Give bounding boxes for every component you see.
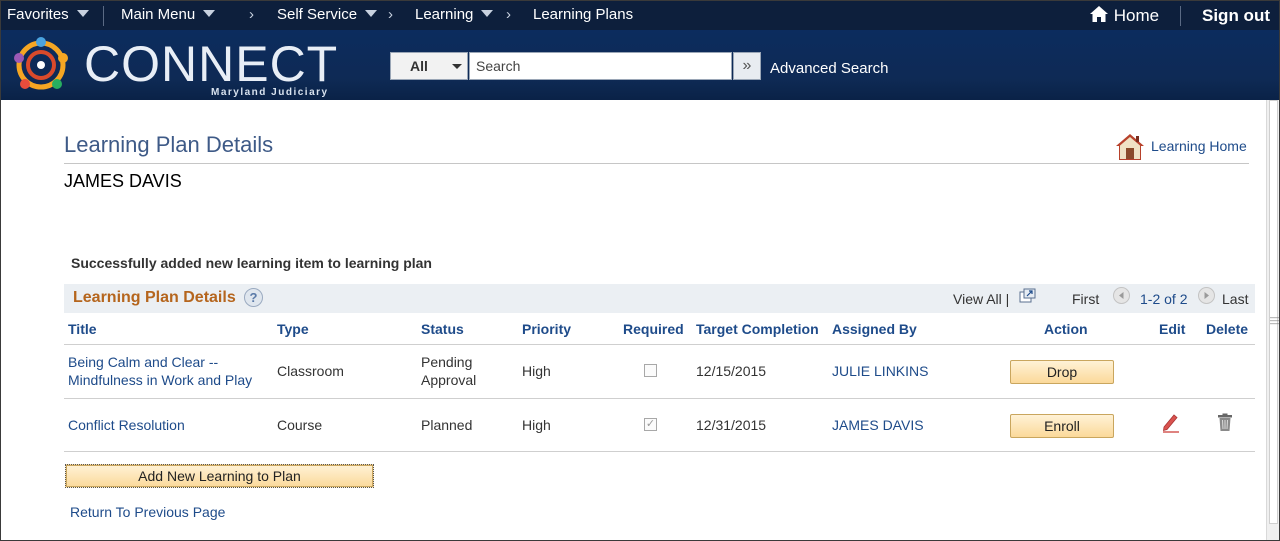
title-line: Mindfulness in Work and Play: [68, 372, 253, 388]
column-header-action: Action: [1044, 321, 1088, 337]
status-message: Successfully added new learning item to …: [71, 255, 432, 271]
breadcrumb-learning[interactable]: Learning: [415, 6, 494, 23]
breadcrumb-separator-icon: ›: [506, 6, 511, 23]
priority-cell: High: [522, 417, 551, 433]
help-icon[interactable]: ?: [244, 288, 263, 307]
search-go-button[interactable]: »: [733, 52, 761, 80]
connect-logo-icon: [14, 37, 68, 90]
row-divider: [64, 344, 1255, 345]
popout-icon[interactable]: [1019, 288, 1036, 303]
delete-trash-icon[interactable]: [1217, 413, 1233, 432]
favorites-label: Favorites: [7, 6, 69, 23]
column-header-priority[interactable]: Priority: [522, 321, 571, 337]
column-header-target-completion[interactable]: Target Completion: [696, 321, 819, 337]
course-title-link[interactable]: Conflict Resolution: [68, 416, 185, 434]
chevron-down-icon: [203, 10, 216, 17]
home-label: Home: [1113, 6, 1160, 25]
title-line: Being Calm and Clear --: [68, 354, 219, 370]
breadcrumb-separator-icon: ›: [388, 6, 393, 23]
chevron-down-icon: [76, 10, 89, 17]
enroll-button[interactable]: Enroll: [1010, 414, 1114, 438]
learner-name: JAMES DAVIS: [64, 171, 182, 191]
next-page-icon[interactable]: [1198, 287, 1215, 304]
course-title-link[interactable]: Being Calm and Clear -- Mindfulness in Wo…: [68, 353, 252, 389]
column-header-status[interactable]: Status: [421, 321, 464, 337]
type-cell: Classroom: [277, 363, 344, 379]
breadcrumb-self-service[interactable]: Self Service: [277, 6, 378, 23]
advanced-search-link[interactable]: Advanced Search: [770, 60, 888, 77]
type-cell: Course: [277, 417, 323, 433]
target-completion-cell: 12/15/2015: [696, 363, 767, 379]
previous-page-icon[interactable]: [1113, 287, 1130, 304]
check-icon: ✓: [645, 418, 656, 430]
top-navigation-bar: Favorites Main Menu › Self Service › Lea…: [1, 1, 1279, 30]
first-page-link[interactable]: First: [1072, 291, 1099, 307]
edit-pencil-icon[interactable]: [1161, 412, 1181, 433]
breadcrumb-label: Learning Plans: [533, 6, 634, 23]
column-header-assigned-by[interactable]: Assigned By: [832, 321, 917, 337]
divider: [103, 6, 104, 26]
page-range: 1-2 of 2: [1140, 291, 1188, 307]
vertical-scrollbar[interactable]: — — —: [1266, 100, 1279, 540]
brand-subtitle: Maryland Judiciary: [211, 87, 329, 98]
priority-cell: High: [522, 363, 551, 379]
favorites-menu[interactable]: Favorites: [7, 6, 89, 23]
status-cell: Pending Approval: [421, 353, 476, 389]
column-header-delete: Delete: [1206, 321, 1249, 337]
return-to-previous-page-link[interactable]: Return To Previous Page: [70, 504, 225, 520]
double-chevron-right-icon: »: [742, 57, 752, 74]
divider: [1180, 6, 1181, 26]
main-menu-label: Main Menu: [121, 6, 196, 23]
learning-home-link[interactable]: Learning Home: [1115, 132, 1247, 166]
main-menu[interactable]: Main Menu: [121, 6, 216, 23]
column-header-title[interactable]: Title: [68, 321, 97, 337]
assigned-by-link[interactable]: JAMES DAVIS: [832, 416, 924, 434]
target-completion-cell: 12/31/2015: [696, 417, 767, 433]
drop-button[interactable]: Drop: [1010, 360, 1114, 384]
search-input[interactable]: [469, 52, 732, 80]
chevron-down-icon: [365, 10, 378, 17]
add-new-learning-button[interactable]: Add New Learning to Plan: [65, 464, 374, 488]
breadcrumb-separator-icon: ›: [249, 6, 254, 23]
breadcrumb-label: Learning: [415, 6, 474, 23]
search-scope-value: All: [410, 58, 428, 74]
column-header-required[interactable]: Required: [623, 321, 684, 337]
page-title: Learning Plan Details: [64, 132, 274, 157]
sign-out-link[interactable]: Sign out: [1202, 6, 1270, 26]
breadcrumb-label: Self Service: [277, 6, 358, 23]
view-all-link[interactable]: View All |: [953, 291, 1009, 307]
house-icon: [1090, 6, 1108, 22]
status-cell: Planned: [421, 417, 473, 433]
scrollbar-grip-icon: — — —: [1270, 312, 1279, 328]
brand-name: CONNECT: [84, 36, 339, 92]
required-checkbox: [644, 364, 657, 377]
header-banner: CONNECT Maryland Judiciary All » Advance…: [1, 30, 1279, 100]
grid-header: Learning Plan Details ? View All | First…: [64, 284, 1255, 313]
page-frame: Favorites Main Menu › Self Service › Lea…: [0, 0, 1280, 541]
row-divider: [64, 451, 1255, 452]
column-header-type[interactable]: Type: [277, 321, 309, 337]
status-line: Pending: [421, 354, 473, 370]
learning-home-icon: [1116, 134, 1144, 160]
status-line: Approval: [421, 372, 477, 388]
last-page-link[interactable]: Last: [1222, 291, 1248, 307]
assigned-by-link[interactable]: JULIE LINKINS: [832, 362, 928, 380]
chevron-down-icon: [481, 10, 494, 17]
column-header-edit: Edit: [1159, 321, 1186, 337]
search-scope-select[interactable]: All: [390, 52, 468, 80]
learning-home-label: Learning Home: [1151, 138, 1247, 154]
grid-title: Learning Plan Details: [73, 289, 236, 306]
row-divider: [64, 398, 1255, 399]
chevron-down-icon: [452, 64, 462, 69]
required-checkbox: ✓: [644, 418, 657, 431]
breadcrumb-learning-plans[interactable]: Learning Plans: [533, 6, 633, 23]
home-link[interactable]: Home: [1089, 5, 1159, 26]
title-divider: [64, 163, 1249, 164]
